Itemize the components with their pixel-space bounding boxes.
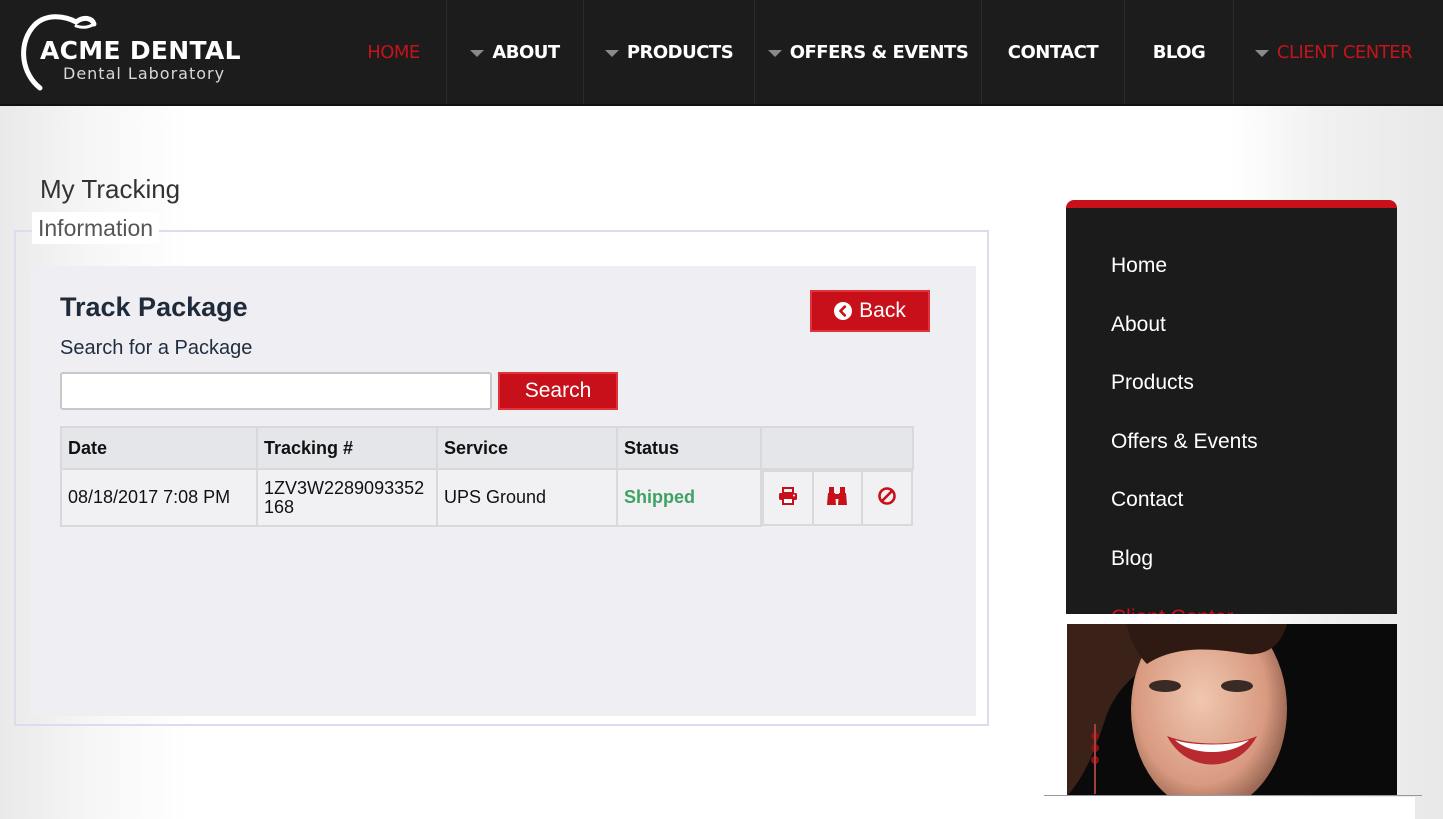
actions-group: [762, 470, 913, 526]
chevron-circle-left-icon: [834, 302, 853, 320]
nav-offers-events[interactable]: OFFERS & EVENTS: [754, 0, 981, 104]
cell-date: 08/18/2017 7:08 PM: [60, 468, 258, 527]
print-button[interactable]: [762, 470, 814, 526]
cell-service: UPS Ground: [436, 468, 618, 527]
nav-home[interactable]: HOME: [341, 0, 446, 104]
sidebar-footer-panel: [1044, 797, 1415, 819]
locate-button[interactable]: [811, 470, 864, 526]
caret-down-icon: [470, 49, 485, 57]
column-header-service[interactable]: Service: [436, 426, 618, 470]
cell-actions: [761, 469, 913, 526]
nav-client-center[interactable]: CLIENT CENTER: [1233, 0, 1433, 104]
cell-status: Shipped: [616, 468, 762, 527]
column-header-status[interactable]: Status: [616, 426, 762, 470]
nav-contact[interactable]: CONTACT: [981, 0, 1124, 104]
column-header-tracking[interactable]: Tracking #: [256, 426, 438, 470]
tracking-number-line-2: 168: [264, 496, 295, 517]
promo-photo: [1067, 624, 1397, 796]
brand-subtitle: Dental Laboratory: [63, 64, 226, 83]
fieldset-legend: Information: [32, 212, 160, 244]
back-button-label: Back: [859, 299, 906, 322]
tracking-number-line-1: 1ZV3W2289093352: [264, 477, 425, 498]
brand-name: ACME DENTAL: [40, 36, 241, 65]
search-label: Search for a Package: [60, 337, 253, 359]
sidebar-item-blog[interactable]: Blog: [1111, 547, 1153, 571]
nav-home-label: HOME: [367, 41, 420, 63]
brand-logo[interactable]: ACME DENTAL Dental Laboratory: [14, 14, 254, 94]
nav-about-label: ABOUT: [492, 41, 560, 63]
sidebar-item-products[interactable]: Products: [1111, 371, 1194, 395]
search-button[interactable]: Search: [498, 372, 618, 410]
sidebar-item-home[interactable]: Home: [1111, 254, 1167, 278]
sidebar-item-client-center[interactable]: Client Center: [1111, 606, 1234, 614]
nav-client-center-label: CLIENT CENTER: [1276, 41, 1413, 63]
caret-down-icon: [604, 49, 619, 57]
main-nav: HOME ABOUT PRODUCTS OFFERS & EVENTS CONT…: [341, 0, 1433, 104]
search-button-label: Search: [524, 379, 592, 402]
top-navigation-bar: ACME DENTAL Dental Laboratory HOME ABOUT…: [0, 0, 1443, 106]
search-input[interactable]: [60, 372, 492, 410]
print-icon: [778, 487, 797, 505]
nav-contact-label: CONTACT: [1007, 41, 1099, 63]
ban-icon: [878, 487, 896, 505]
column-header-date[interactable]: Date: [60, 426, 258, 470]
page-title: Track Package: [60, 292, 248, 322]
nav-offers-events-label: OFFERS & EVENTS: [789, 41, 969, 63]
nav-products-label: PRODUCTS: [626, 41, 734, 63]
cell-tracking-number: 1ZV3W2289093352 168: [256, 468, 438, 527]
nav-blog[interactable]: BLOG: [1124, 0, 1233, 104]
packages-table: Date Tracking # Service Status 08/18/201…: [60, 426, 914, 527]
binoculars-icon: [827, 487, 848, 505]
nav-about[interactable]: ABOUT: [446, 0, 583, 104]
nav-products[interactable]: PRODUCTS: [583, 0, 754, 104]
table-row: 08/18/2017 7:08 PM 1ZV3W2289093352 168 U…: [60, 468, 913, 527]
back-button[interactable]: Back: [810, 290, 930, 332]
smiling-woman-image: [1067, 624, 1397, 796]
nav-blog-label: BLOG: [1152, 41, 1206, 63]
caret-down-icon: [767, 49, 782, 57]
sidebar-item-contact[interactable]: Contact: [1111, 488, 1183, 512]
sidebar-menu: Home About Products Offers & Events Cont…: [1066, 200, 1397, 614]
page-heading-cropped: My Tracking: [40, 178, 181, 204]
sidebar-item-offers-events[interactable]: Offers & Events: [1111, 430, 1258, 454]
column-header-actions: [760, 426, 914, 470]
sidebar-item-about[interactable]: About: [1111, 313, 1166, 337]
cancel-button[interactable]: [861, 470, 913, 526]
caret-down-icon: [1254, 49, 1269, 57]
table-header-row: Date Tracking # Service Status: [60, 426, 914, 470]
divider-line: [1044, 795, 1422, 796]
